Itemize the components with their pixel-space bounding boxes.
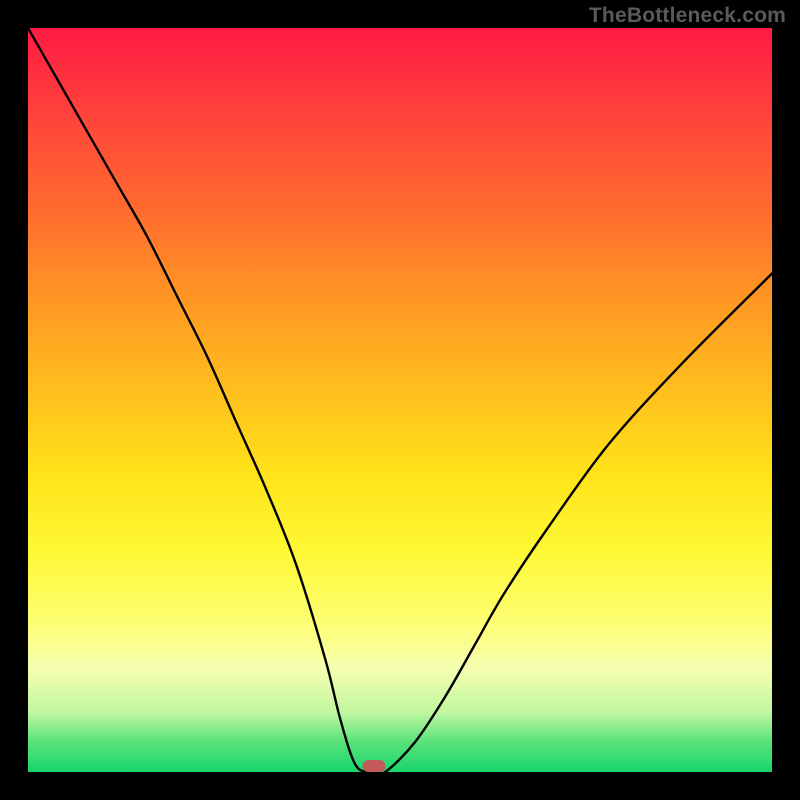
- watermark-text: TheBottleneck.com: [589, 4, 786, 28]
- plot-area: [28, 28, 772, 772]
- chart-frame: TheBottleneck.com: [0, 0, 800, 800]
- bottleneck-curve: [28, 28, 772, 772]
- optimal-marker-icon: [362, 760, 385, 772]
